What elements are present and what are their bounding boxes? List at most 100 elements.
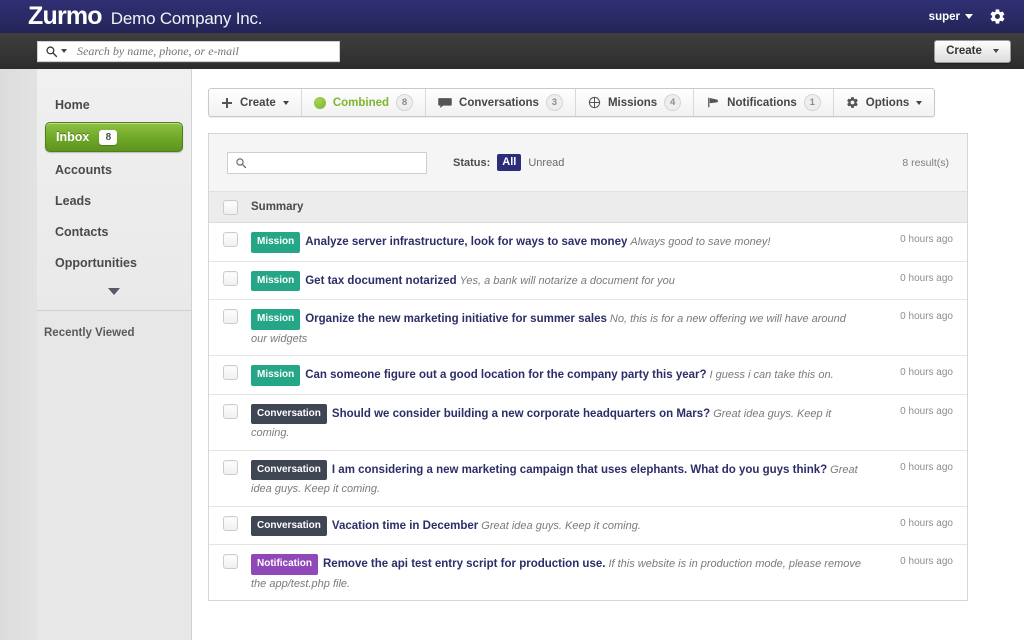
tab-notifications-label: Notifications bbox=[727, 97, 797, 109]
row-select-cell bbox=[209, 554, 251, 569]
row-title[interactable]: Organize the new marketing initiative fo… bbox=[305, 313, 607, 325]
row-description: I guess i can take this on. bbox=[710, 369, 834, 381]
row-title[interactable]: Analyze server infrastructure, look for … bbox=[305, 236, 627, 248]
row-checkbox[interactable] bbox=[223, 232, 238, 247]
row-checkbox[interactable] bbox=[223, 404, 238, 419]
page-body: Home Inbox 8 Accounts Leads Contacts Opp… bbox=[0, 69, 1024, 640]
result-count: 8 result(s) bbox=[902, 157, 949, 169]
row-title[interactable]: Remove the api test entry script for pro… bbox=[323, 558, 605, 570]
toolbar-create-button[interactable]: Create bbox=[209, 89, 302, 116]
row-title[interactable]: Get tax document notarized bbox=[305, 275, 456, 287]
row-checkbox[interactable] bbox=[223, 365, 238, 380]
type-badge: Mission bbox=[251, 271, 300, 292]
row-checkbox[interactable] bbox=[223, 460, 238, 475]
sidebar-item-label: Inbox bbox=[56, 130, 89, 144]
inbox-list: Mission Analyze server infrastructure, lo… bbox=[209, 223, 967, 600]
type-badge: Mission bbox=[251, 232, 300, 253]
tab-missions[interactable]: Missions 4 bbox=[576, 89, 694, 116]
sidebar-item-inbox[interactable]: Inbox 8 bbox=[45, 122, 183, 152]
sidebar-item-home[interactable]: Home bbox=[37, 89, 191, 120]
row-checkbox[interactable] bbox=[223, 554, 238, 569]
recently-viewed-title: Recently Viewed bbox=[44, 327, 135, 339]
row-title[interactable]: I am considering a new marketing campaig… bbox=[332, 464, 827, 476]
table-row[interactable]: Mission Analyze server infrastructure, lo… bbox=[209, 223, 967, 262]
row-timestamp: 0 hours ago bbox=[869, 232, 967, 245]
tab-conversations[interactable]: Conversations 3 bbox=[426, 89, 576, 116]
table-row[interactable]: NotificationRemove the api test entry sc… bbox=[209, 545, 967, 600]
search-scope-dropdown[interactable] bbox=[38, 45, 73, 58]
list-search-input[interactable] bbox=[247, 153, 426, 173]
row-select-cell bbox=[209, 271, 251, 286]
row-body: Conversation Should we consider building … bbox=[251, 404, 869, 442]
row-title[interactable]: Vacation time in December bbox=[332, 520, 478, 532]
select-all-checkbox[interactable] bbox=[223, 200, 238, 215]
sidebar-item-accounts[interactable]: Accounts bbox=[37, 154, 191, 185]
tab-notifications[interactable]: Notifications 1 bbox=[694, 89, 834, 116]
chevron-down-icon bbox=[108, 288, 120, 295]
table-row[interactable]: ConversationVacation time in DecemberGre… bbox=[209, 507, 967, 546]
sidebar-expand-button[interactable] bbox=[37, 278, 191, 304]
row-select-cell bbox=[209, 404, 251, 419]
row-select-cell bbox=[209, 516, 251, 531]
table-row[interactable]: MissionGet tax document notarizedYes, a … bbox=[209, 262, 967, 301]
row-timestamp: 0 hours ago bbox=[869, 309, 967, 322]
tab-combined-count: 8 bbox=[396, 94, 413, 111]
tab-combined[interactable]: Combined 8 bbox=[302, 89, 426, 116]
plus-icon bbox=[221, 97, 233, 109]
tab-missions-count: 4 bbox=[664, 94, 681, 111]
user-menu[interactable]: super bbox=[929, 11, 973, 23]
type-badge: Conversation bbox=[251, 404, 327, 425]
main-content: Create Combined 8 Conversations 3 bbox=[192, 69, 1024, 640]
row-timestamp: 0 hours ago bbox=[869, 460, 967, 473]
chevron-down-icon bbox=[916, 101, 922, 105]
type-badge: Mission bbox=[251, 365, 300, 386]
table-row[interactable]: MissionOrganize the new marketing initia… bbox=[209, 300, 967, 356]
tab-missions-label: Missions bbox=[608, 97, 657, 109]
row-select-cell bbox=[209, 309, 251, 324]
create-button-label: Create bbox=[946, 45, 982, 57]
user-menu-label: super bbox=[929, 11, 960, 23]
row-title[interactable]: Should we consider building a new corpor… bbox=[332, 408, 710, 420]
recently-viewed-panel: Recently Viewed bbox=[37, 311, 191, 339]
tab-options[interactable]: Options bbox=[834, 89, 934, 116]
sidebar-item-opportunities[interactable]: Opportunities bbox=[37, 247, 191, 278]
tab-notifications-count: 1 bbox=[804, 94, 821, 111]
table-row[interactable]: Conversation Should we consider building … bbox=[209, 395, 967, 451]
search-input[interactable] bbox=[73, 42, 339, 61]
inbox-toolbar: Create Combined 8 Conversations 3 bbox=[208, 88, 935, 117]
logo-text: Zurmo bbox=[28, 4, 102, 29]
company-name: Demo Company Inc. bbox=[111, 9, 263, 29]
type-badge: Conversation bbox=[251, 516, 327, 537]
row-checkbox[interactable] bbox=[223, 271, 238, 286]
row-checkbox[interactable] bbox=[223, 516, 238, 531]
status-filter-unread[interactable]: Unread bbox=[528, 157, 564, 169]
list-search-box[interactable] bbox=[227, 152, 427, 174]
row-body: MissionGet tax document notarizedYes, a … bbox=[251, 271, 869, 292]
sidebar-item-contacts[interactable]: Contacts bbox=[37, 216, 191, 247]
row-body: MissionOrganize the new marketing initia… bbox=[251, 309, 869, 347]
search-icon bbox=[45, 45, 58, 58]
row-title[interactable]: Can someone figure out a good location f… bbox=[305, 369, 706, 381]
row-timestamp: 0 hours ago bbox=[869, 271, 967, 284]
brand-bar: Zurmo Demo Company Inc. super bbox=[0, 0, 1024, 33]
table-row[interactable]: Mission Can someone figure out a good loc… bbox=[209, 356, 967, 395]
status-filter-all[interactable]: All bbox=[497, 154, 521, 171]
sidebar-item-label: Opportunities bbox=[55, 256, 137, 270]
toolbar-create-label: Create bbox=[240, 97, 276, 109]
row-body: Mission Can someone figure out a good loc… bbox=[251, 365, 869, 386]
inbox-panel: Status: All Unread 8 result(s) Summary M… bbox=[208, 133, 968, 601]
logo[interactable]: Zurmo Demo Company Inc. bbox=[28, 4, 262, 29]
brand-bar-right-group: super bbox=[929, 8, 1006, 25]
speech-bubble-icon bbox=[438, 97, 452, 109]
circle-icon bbox=[314, 97, 326, 109]
sidebar-item-leads[interactable]: Leads bbox=[37, 185, 191, 216]
status-filter-group: Status: All Unread bbox=[453, 154, 564, 171]
global-search-box[interactable] bbox=[37, 41, 340, 62]
row-checkbox[interactable] bbox=[223, 309, 238, 324]
row-body: ConversationI am considering a new marke… bbox=[251, 460, 869, 498]
settings-gear-button[interactable] bbox=[989, 8, 1006, 25]
create-button[interactable]: Create bbox=[934, 40, 1011, 63]
row-body: ConversationVacation time in DecemberGre… bbox=[251, 516, 869, 537]
table-row[interactable]: ConversationI am considering a new marke… bbox=[209, 451, 967, 507]
target-icon bbox=[588, 96, 601, 109]
